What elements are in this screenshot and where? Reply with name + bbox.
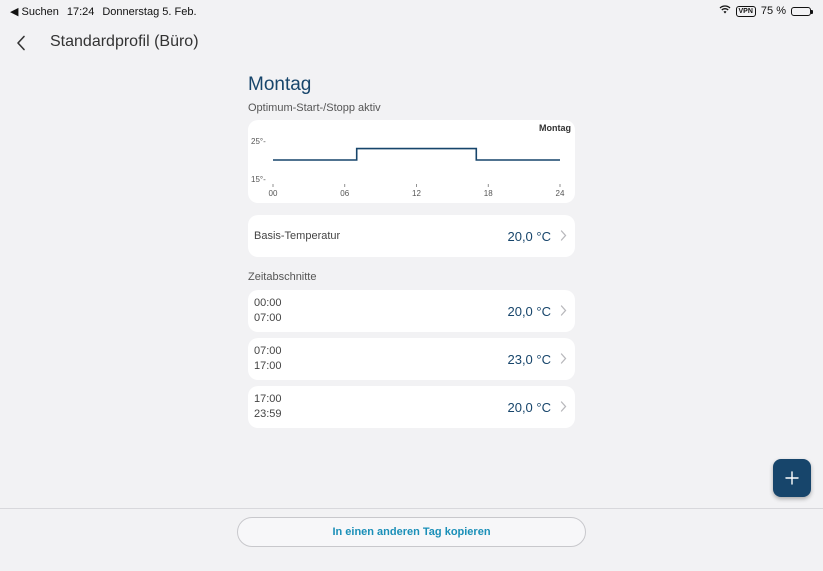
back-button[interactable] — [10, 30, 32, 56]
wifi-icon — [719, 5, 731, 17]
add-period-button[interactable] — [773, 459, 811, 497]
vpn-badge: VPN — [735, 5, 756, 17]
period-temperature: 20,0 °C — [507, 304, 551, 319]
chevron-right-icon — [560, 230, 567, 241]
nav-bar: Standardprofil (Büro) — [0, 30, 823, 56]
chevron-right-icon — [560, 401, 567, 412]
bottom-divider — [0, 508, 823, 509]
battery-percent: 75 % — [760, 5, 786, 17]
base-temperature-row[interactable]: Basis-Temperatur 20,0 °C — [248, 215, 575, 257]
day-profile-content: Montag Optimum-Start-/Stopp aktiv Montag… — [248, 74, 575, 428]
chevron-left-icon — [17, 35, 25, 51]
status-date: Donnerstag 5. Feb. — [102, 5, 197, 18]
chevron-right-icon — [560, 353, 567, 364]
period-end: 17:00 — [254, 360, 282, 372]
chevron-right-icon — [560, 305, 567, 316]
periods-header: Zeitabschnitte — [248, 271, 317, 283]
back-to-app-link[interactable]: ◀ Suchen — [10, 5, 59, 18]
base-temperature-value: 20,0 °C — [507, 229, 551, 244]
battery-icon — [791, 6, 813, 16]
x-tick-label: 18 — [484, 189, 493, 198]
period-end: 07:00 — [254, 312, 282, 324]
y-tick-label: 15°- — [251, 175, 266, 184]
temperature-series-line — [273, 147, 560, 161]
x-tick-label: 06 — [340, 189, 349, 198]
period-start: 17:00 — [254, 393, 282, 405]
period-start: 00:00 — [254, 297, 282, 309]
temperature-chart: Montag 25°- 15°- 00 06 12 18 24 — [248, 120, 575, 203]
copy-to-other-day-button[interactable]: In einen anderen Tag kopieren — [237, 517, 586, 547]
period-row[interactable]: 07:00 17:00 23,0 °C — [248, 338, 575, 380]
periods-list: 00:00 07:00 20,0 °C 07:00 17:00 23,0 °C … — [248, 290, 575, 428]
period-temperature: 23,0 °C — [507, 352, 551, 367]
status-bar: ◀ Suchen 17:24 Donnerstag 5. Feb. VPN 75… — [0, 0, 823, 22]
status-time: 17:24 — [66, 5, 95, 18]
period-row[interactable]: 17:00 23:59 20,0 °C — [248, 386, 575, 428]
x-tick-label: 12 — [412, 189, 421, 198]
chart-svg: 25°- 15°-00 06 12 18 24 — [251, 137, 565, 198]
x-tick-label: 00 — [269, 189, 278, 198]
day-title: Montag — [248, 74, 312, 95]
y-tick-label: 25°- — [251, 137, 266, 146]
page-title: Standardprofil (Büro) — [50, 33, 199, 50]
base-temperature-label: Basis-Temperatur — [254, 230, 341, 242]
period-start: 07:00 — [254, 345, 282, 357]
day-subtitle: Optimum-Start-/Stopp aktiv — [248, 102, 381, 114]
plus-icon — [785, 471, 799, 485]
x-tick-label: 24 — [556, 189, 565, 198]
period-row[interactable]: 00:00 07:00 20,0 °C — [248, 290, 575, 332]
period-temperature: 20,0 °C — [507, 400, 551, 415]
period-end: 23:59 — [254, 408, 282, 420]
